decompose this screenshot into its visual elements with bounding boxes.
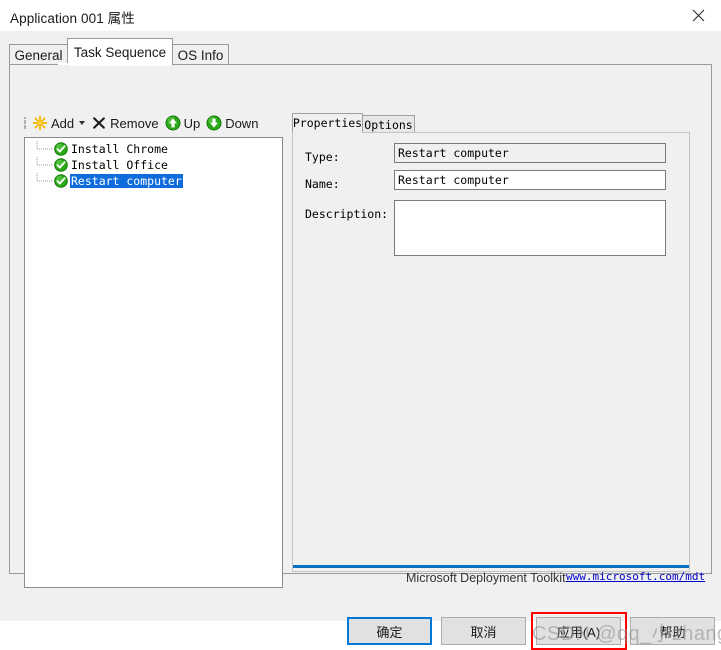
tab-os-info-label: OS Info <box>177 47 224 63</box>
arrow-up-circle-icon <box>165 115 181 131</box>
ok-button[interactable]: 确定 <box>347 617 432 645</box>
type-label: Type: <box>305 150 340 164</box>
tab-options[interactable]: Options <box>362 115 415 133</box>
green-check-icon <box>54 174 68 188</box>
name-input[interactable]: Restart computer <box>394 170 666 190</box>
close-icon <box>692 9 705 22</box>
ok-button-label: 确定 <box>376 624 403 640</box>
move-down-button[interactable]: Down <box>203 113 261 133</box>
tab-os-info[interactable]: OS Info <box>172 44 229 65</box>
remove-x-icon <box>91 115 107 131</box>
green-check-icon <box>54 142 68 156</box>
properties-tab-strip: Properties Options <box>292 113 692 133</box>
task-sequence-tree[interactable]: Install Chrome Install Office Restart co… <box>24 137 283 588</box>
description-input[interactable] <box>394 200 666 256</box>
apply-button-label: 应用(A) <box>556 624 601 640</box>
tree-item-label: Install Chrome <box>71 142 168 156</box>
close-button[interactable] <box>675 0 721 31</box>
add-button[interactable]: Add <box>29 113 88 133</box>
footer-divider <box>293 565 689 568</box>
tree-item-install-chrome[interactable]: Install Chrome <box>25 141 282 157</box>
move-up-button[interactable]: Up <box>162 113 204 133</box>
add-star-icon <box>32 115 48 131</box>
tab-options-label: Options <box>364 117 413 132</box>
window-title: Application 001 属性 <box>10 11 135 26</box>
arrow-down-circle-icon <box>206 115 222 131</box>
properties-dialog: Application 001 属性 General Task Sequence… <box>0 0 721 650</box>
tab-task-sequence[interactable]: Task Sequence <box>67 38 173 66</box>
tree-item-restart-computer[interactable]: Restart computer <box>25 173 282 189</box>
active-tab-notch <box>58 63 163 65</box>
title-bar: Application 001 属性 <box>0 0 721 31</box>
tab-properties[interactable]: Properties <box>292 113 363 133</box>
add-label: Add <box>51 115 75 131</box>
remove-button[interactable]: Remove <box>88 113 161 133</box>
footer-link[interactable]: www.microsoft.com/mdt <box>566 570 705 583</box>
toolbar-grip[interactable] <box>22 115 29 131</box>
tab-strip: General Task Sequence OS Info <box>9 38 712 66</box>
tab-properties-label: Properties <box>292 116 363 130</box>
help-button[interactable]: 帮助 <box>630 617 715 645</box>
tree-item-install-office[interactable]: Install Office <box>25 157 282 173</box>
tree-item-label: Install Office <box>71 158 168 172</box>
dialog-body: General Task Sequence OS Info Add Remove… <box>0 31 721 650</box>
move-up-label: Up <box>183 115 201 131</box>
cancel-button[interactable]: 取消 <box>441 617 526 645</box>
footer-brand: Microsoft Deployment Toolkit <box>406 571 566 585</box>
tree-item-label: Restart computer <box>70 174 183 188</box>
apply-button[interactable]: 应用(A) <box>536 617 621 645</box>
tab-task-sequence-label: Task Sequence <box>73 44 167 60</box>
remove-label: Remove <box>110 115 159 131</box>
tree-line-icon <box>36 157 54 173</box>
description-label: Description: <box>305 207 389 221</box>
tab-general-label: General <box>14 47 63 63</box>
name-label: Name: <box>305 177 340 191</box>
chevron-down-icon[interactable] <box>79 121 86 125</box>
cancel-button-label: 取消 <box>470 624 497 640</box>
tree-line-icon <box>36 141 54 157</box>
type-value: Restart computer <box>394 143 666 163</box>
properties-tab-notch <box>293 132 362 133</box>
help-button-label: 帮助 <box>659 624 686 640</box>
properties-panel <box>292 132 690 572</box>
sequence-toolbar: Add Remove Up Down <box>22 112 283 134</box>
green-check-icon <box>54 158 68 172</box>
tab-general[interactable]: General <box>9 44 68 65</box>
tree-line-icon <box>36 173 54 189</box>
move-down-label: Down <box>225 115 259 131</box>
tree-inner: Install Chrome Install Office Restart co… <box>25 138 282 189</box>
